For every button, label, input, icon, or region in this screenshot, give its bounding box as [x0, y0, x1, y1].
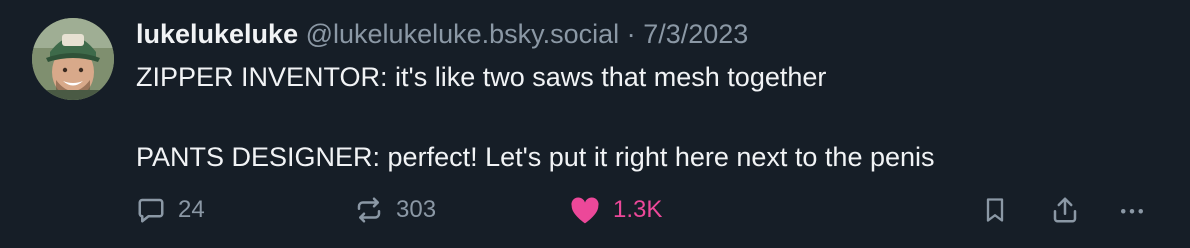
author-display-name[interactable]: lukelukeluke: [136, 19, 298, 49]
post-actions: 24 303 1.3K: [136, 190, 1166, 230]
share-button[interactable]: [1050, 190, 1080, 230]
post-text-line-2: PANTS DESIGNER: perfect! Let's put it ri…: [136, 142, 935, 172]
repost-button[interactable]: 303: [354, 190, 436, 230]
share-upload-icon: [1053, 197, 1077, 223]
speech-bubble-icon: [138, 198, 164, 223]
avatar-photo: [32, 18, 114, 100]
reply-button[interactable]: 24: [136, 190, 205, 230]
reply-count: 24: [178, 196, 205, 223]
post-card[interactable]: lukelukeluke @lukelukeluke.bsky.social ·…: [0, 0, 1190, 248]
ellipsis-icon: [1121, 209, 1143, 214]
like-count: 1.3K: [613, 196, 663, 223]
post-content: lukelukeluke @lukelukeluke.bsky.social ·…: [136, 14, 1170, 177]
heart-icon: [571, 197, 599, 224]
post-date[interactable]: 7/3/2023: [643, 19, 748, 49]
more-options-button[interactable]: [1116, 190, 1148, 230]
bookmark-button[interactable]: [981, 190, 1009, 230]
bookmark-icon: [986, 198, 1004, 222]
post-text: ZIPPER INVENTOR: it's like two saws that…: [136, 57, 1170, 177]
header-separator: ·: [626, 19, 636, 49]
like-button[interactable]: 1.3K: [569, 190, 662, 230]
repost-arrows-icon: [357, 197, 381, 223]
post-text-line-1: ZIPPER INVENTOR: it's like two saws that…: [136, 62, 827, 92]
post-header: lukelukeluke @lukelukeluke.bsky.social ·…: [136, 14, 1170, 54]
repost-count: 303: [396, 196, 437, 223]
avatar[interactable]: [32, 18, 114, 100]
author-handle[interactable]: @lukelukeluke.bsky.social: [306, 19, 620, 49]
